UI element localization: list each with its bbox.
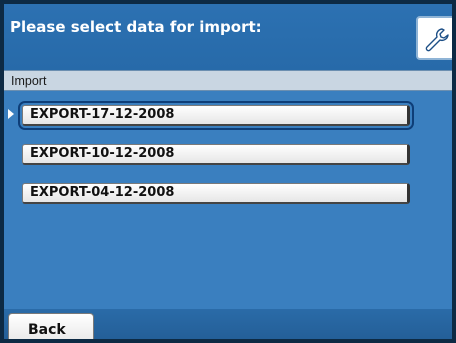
screen: Please select data for import: Import EX…: [4, 4, 452, 339]
list-item-export-04-12-2008[interactable]: EXPORT-04-12-2008: [22, 183, 410, 204]
settings-button[interactable]: [416, 16, 452, 60]
back-button[interactable]: Back: [8, 313, 94, 339]
list-item-export-10-12-2008[interactable]: EXPORT-10-12-2008: [22, 144, 410, 165]
page-title: Please select data for import:: [10, 18, 262, 36]
section-bar: Import: [4, 70, 452, 91]
import-list: EXPORT-17-12-2008 EXPORT-10-12-2008 EXPO…: [4, 91, 452, 309]
selection-arrow-icon: [8, 109, 14, 119]
list-item-export-17-12-2008[interactable]: EXPORT-17-12-2008: [18, 101, 414, 130]
header: Please select data for import:: [4, 4, 452, 70]
wrench-icon: [425, 28, 449, 52]
footer: Back: [4, 309, 452, 339]
section-label: Import: [11, 74, 47, 88]
